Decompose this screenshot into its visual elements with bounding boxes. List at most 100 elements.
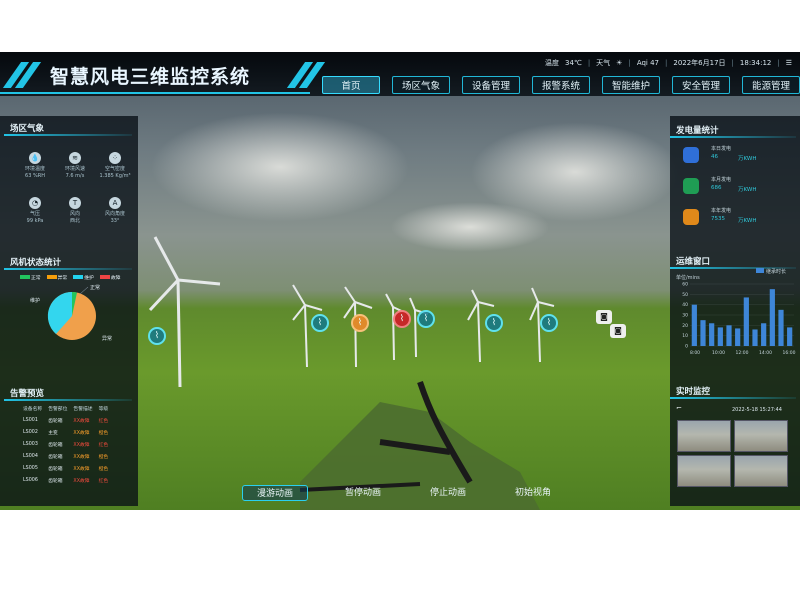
generator-icon <box>683 147 699 163</box>
y-tick-label: 10 <box>682 333 688 339</box>
initial-view-button[interactable]: 初始视角 <box>500 485 566 501</box>
camera-marker-icon[interactable]: ◙ <box>610 324 626 338</box>
nav-alarm[interactable]: 报警系统 <box>532 76 590 94</box>
camera-feed-4[interactable] <box>734 455 788 487</box>
x-tick-label: 12:00 <box>736 350 749 356</box>
menu-icon[interactable]: ☰ <box>786 59 792 67</box>
pie-label: 异常 <box>102 335 112 342</box>
legend-label: 异常 <box>57 276 68 281</box>
weather-section-title: 场区气象 <box>10 124 45 134</box>
ops-bar <box>778 309 784 346</box>
weather-item-name: 风向 <box>69 211 80 217</box>
table-row[interactable]: LS003 齿轮箱 XX故障 红色 <box>20 438 111 450</box>
turbine-status-title: 风机状态统计 <box>10 258 62 268</box>
alert-desc: XX故障 <box>73 478 90 484</box>
section-underline <box>670 397 796 399</box>
pie-label: 正常 <box>90 284 100 291</box>
alert-part: 齿轮箱 <box>48 418 63 424</box>
table-row[interactable]: LS005 齿轮箱 XX故障 橙色 <box>20 462 111 474</box>
legend-label: 正常 <box>31 276 41 281</box>
alert-desc: XX故障 <box>73 466 90 472</box>
nav-equipment[interactable]: 设备管理 <box>462 76 520 94</box>
alert-part: 齿轮箱 <box>48 454 63 460</box>
legend-label: 故障 <box>110 276 121 281</box>
wind-angle-icon: A <box>109 197 121 209</box>
alert-device: LS006 <box>23 477 38 483</box>
turbine-marker[interactable]: ⌇ <box>485 314 503 332</box>
turbine-marker[interactable]: ⌇ <box>540 314 558 332</box>
temp-label: 温度 <box>545 59 560 67</box>
alert-level: 红色 <box>98 478 109 484</box>
ops-bar <box>787 327 793 346</box>
time-value: 18:34:12 <box>739 59 772 67</box>
weather-item-value: 63 %RH <box>25 172 45 179</box>
nav-energy[interactable]: 能源管理 <box>742 76 800 94</box>
ops-bar <box>700 320 706 346</box>
generation-title: 发电量统计 <box>676 126 719 136</box>
status-divider: | <box>777 59 780 67</box>
table-row[interactable]: LS006 齿轮箱 XX故障 红色 <box>20 474 111 486</box>
air-density-icon: ⁘ <box>109 152 121 164</box>
ops-bar <box>735 328 741 346</box>
ops-window-title: 运维窗口 <box>676 257 711 267</box>
dashboard-screen: ⌇ ⌇ ⌇ ⌇ ⌇ ⌇ ⌇ ◙ ◙ 智慧风电三维监控系统 温度 34℃ | 天气… <box>0 52 800 510</box>
alert-col-header: 设备名称 <box>23 406 43 412</box>
alert-part: 齿轮箱 <box>48 442 63 448</box>
monitor-timestamp: 2022-5-18 15:27:44 <box>732 407 782 413</box>
alert-col-header: 告警描述 <box>73 406 93 412</box>
ops-bar <box>769 289 775 346</box>
stop-animation-button[interactable]: 停止动画 <box>415 485 481 501</box>
section-underline <box>4 134 132 136</box>
weather-item-value: 33° <box>110 217 120 224</box>
legend-normal: 正常 <box>20 274 41 281</box>
alert-device: LS004 <box>23 453 38 459</box>
pie-label: 维护 <box>30 297 40 304</box>
nav-weather[interactable]: 场区气象 <box>392 76 450 94</box>
alert-desc: XX故障 <box>73 430 90 436</box>
status-divider: | <box>587 59 591 67</box>
ops-bar <box>752 329 758 346</box>
ops-bar <box>743 297 749 346</box>
section-underline <box>4 268 132 270</box>
camera-feed-1[interactable] <box>677 420 731 452</box>
nav-safety[interactable]: 安全管理 <box>672 76 730 94</box>
turbine-marker-fault[interactable]: ⌇ <box>393 310 411 328</box>
ops-bar-chart: 0 10 20 30 40 50 60 8:00 10:00 12:00 14:00 16:00 <box>682 282 796 357</box>
sun-icon: ☀ <box>616 59 623 67</box>
legend-abnormal: 异常 <box>46 274 68 281</box>
nav-maintenance[interactable]: 智能维护 <box>602 76 660 94</box>
weather-item-value: 99 kPa <box>26 217 44 224</box>
camera-marker-icon[interactable]: ◙ <box>596 310 612 324</box>
date-value: 2022年6月17日 <box>673 59 726 67</box>
table-row[interactable]: LS002 主变 XX故障 橙色 <box>20 426 111 438</box>
turbine-marker[interactable]: ⌇ <box>148 327 166 345</box>
table-row[interactable]: LS001 齿轮箱 XX故障 红色 <box>20 414 111 426</box>
pressure-icon: ◔ <box>29 197 41 209</box>
gen-value: 686 <box>711 185 722 191</box>
aqi-value: Aqi 47 <box>636 59 659 67</box>
gen-unit: 万KWH <box>738 218 757 224</box>
ops-bar <box>691 304 697 346</box>
alert-header-row: 设备名称 告警部位 告警描述 等级 <box>20 402 111 414</box>
weather-label: 天气 <box>596 59 611 67</box>
ops-bar <box>726 325 732 346</box>
wind-direction-icon: T <box>69 197 81 209</box>
camera-feed-3[interactable] <box>677 455 731 487</box>
gen-unit: 万KWH <box>738 156 757 162</box>
camera-feed-2[interactable] <box>734 420 788 452</box>
x-tick-label: 16:00 <box>783 350 796 356</box>
roam-animation-button[interactable]: 漫游动画 <box>242 485 308 501</box>
alert-col-header: 等级 <box>98 406 109 412</box>
turbine-marker[interactable]: ⌇ <box>311 314 329 332</box>
y-tick-label: 40 <box>682 302 688 308</box>
weather-item-name: 风向角度 <box>104 211 125 217</box>
table-row[interactable]: LS004 齿轮箱 XX故障 橙色 <box>20 450 111 462</box>
turbine-marker[interactable]: ⌇ <box>417 310 435 328</box>
alert-device: LS003 <box>23 441 38 447</box>
turbine-marker-warning[interactable]: ⌇ <box>351 314 369 332</box>
y-tick-label: 0 <box>685 344 688 350</box>
app-title: 智慧风电三维监控系统 <box>50 66 251 88</box>
pause-animation-button[interactable]: 暂停动画 <box>330 485 396 501</box>
weather-wind-speed: ≋ 环境风速 7.6 m/s <box>58 152 92 180</box>
nav-home[interactable]: 首页 <box>322 76 380 94</box>
